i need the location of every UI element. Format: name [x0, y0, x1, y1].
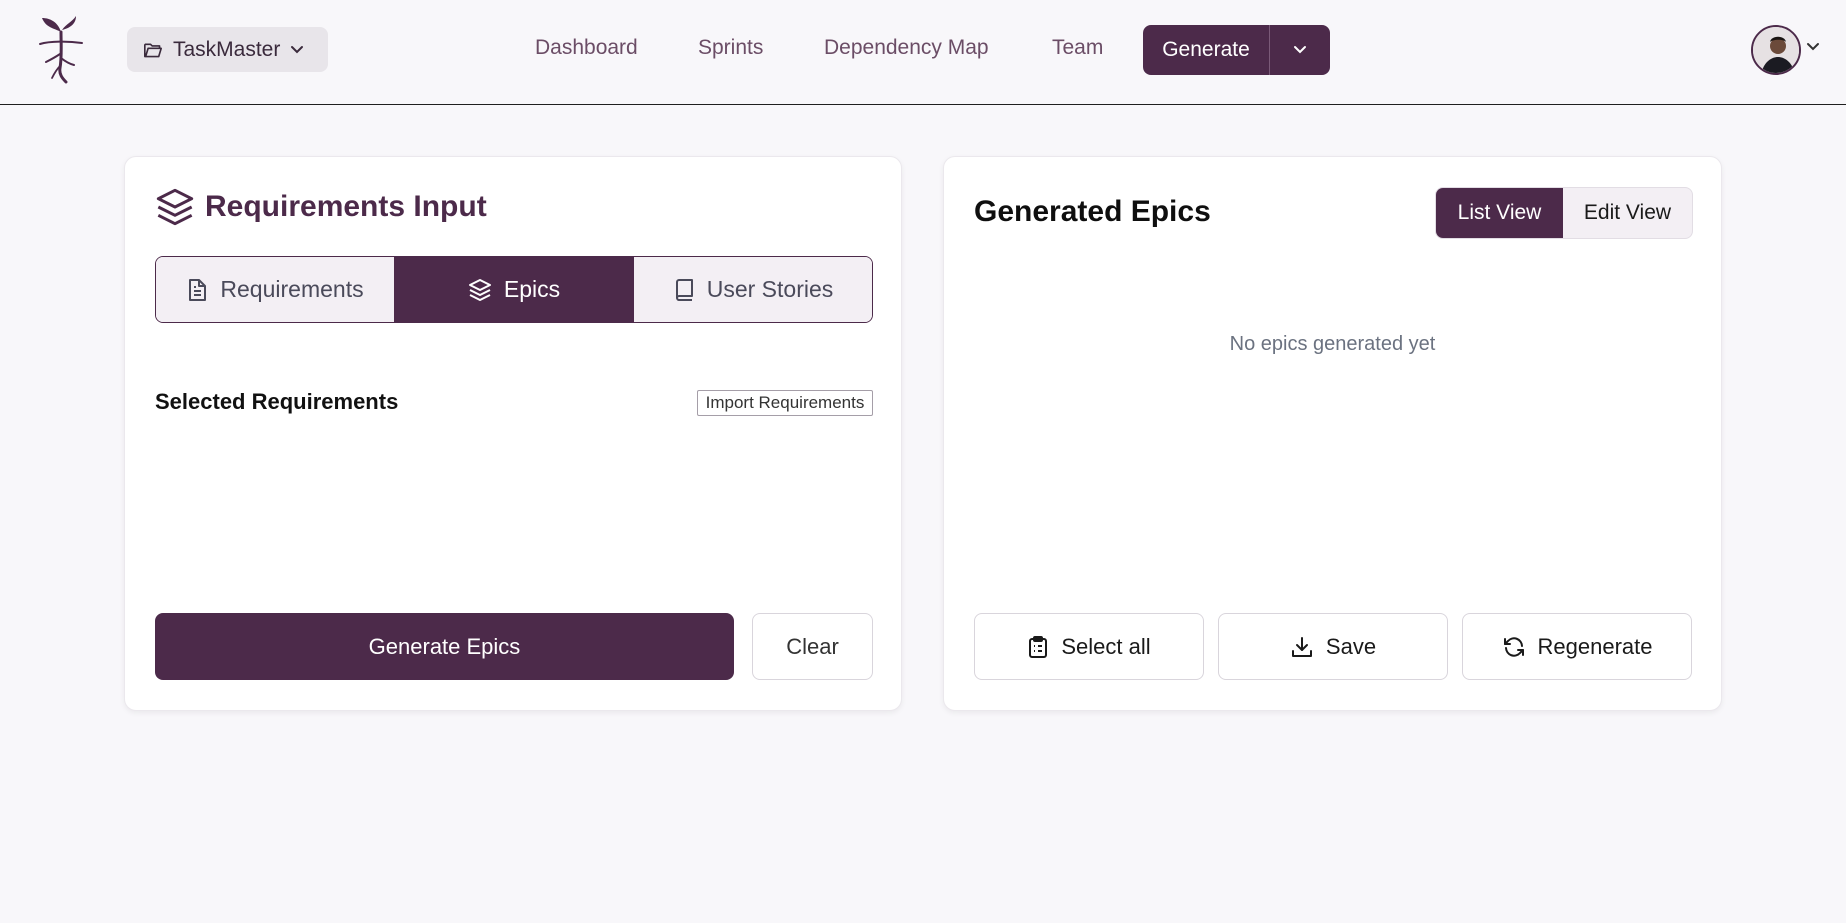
- chevron-down-icon[interactable]: [1806, 42, 1820, 52]
- nav-sprints[interactable]: Sprints: [698, 36, 763, 60]
- generate-dropdown-button[interactable]: [1270, 25, 1330, 75]
- book-icon: [675, 278, 693, 301]
- tab-epics[interactable]: Epics: [394, 257, 633, 322]
- project-selector-button[interactable]: TaskMaster: [127, 27, 328, 72]
- list-view-button[interactable]: List View: [1436, 188, 1563, 238]
- regenerate-button[interactable]: Regenerate: [1462, 613, 1692, 680]
- button-label: Select all: [1061, 633, 1151, 659]
- nav-team[interactable]: Team: [1052, 36, 1103, 60]
- generate-epics-button[interactable]: Generate Epics: [155, 613, 734, 680]
- file-text-icon: [189, 278, 207, 301]
- button-label: Save: [1325, 633, 1377, 659]
- clear-button[interactable]: Clear: [752, 613, 873, 680]
- user-avatar-image: [1753, 27, 1799, 73]
- tab-requirements[interactable]: Requirements: [156, 257, 394, 322]
- tab-label: Requirements: [220, 276, 364, 302]
- project-name: TaskMaster: [173, 37, 281, 61]
- nav-dependency-map[interactable]: Dependency Map: [824, 36, 989, 60]
- page-title: Requirements Input: [205, 190, 487, 223]
- requirements-input-card: Requirements Input Requirements Epics Us…: [124, 156, 902, 711]
- save-button[interactable]: Save: [1218, 613, 1448, 680]
- view-toggle: List View Edit View: [1435, 187, 1693, 239]
- chevron-down-icon: [291, 45, 304, 53]
- tab-label: Epics: [503, 276, 561, 302]
- button-label: Regenerate: [1537, 633, 1653, 659]
- app-logo-icon[interactable]: [34, 14, 88, 84]
- generated-epics-card: Generated Epics List View Edit View No e…: [943, 156, 1722, 711]
- user-avatar[interactable]: [1751, 25, 1801, 75]
- layers-icon: [156, 188, 194, 226]
- refresh-icon: [1503, 636, 1524, 657]
- input-type-tabs: Requirements Epics User Stories: [155, 256, 873, 323]
- generated-epics-heading: Generated Epics: [974, 195, 1211, 228]
- nav-dashboard[interactable]: Dashboard: [535, 36, 638, 60]
- layers-icon: [468, 278, 491, 301]
- download-icon: [1291, 636, 1312, 657]
- select-all-button[interactable]: Select all: [974, 613, 1204, 680]
- tab-user-stories[interactable]: User Stories: [633, 257, 872, 322]
- tab-label: User Stories: [706, 276, 834, 302]
- generate-button-group: Generate: [1143, 25, 1330, 75]
- folder-open-icon: [144, 42, 162, 57]
- edit-view-button[interactable]: Edit View: [1563, 188, 1692, 238]
- top-navigation-bar: TaskMaster Dashboard Sprints Dependency …: [0, 0, 1846, 105]
- requirements-input-heading: Requirements Input: [155, 187, 487, 227]
- empty-state-message: No epics generated yet: [1229, 333, 1436, 355]
- chevron-down-icon: [1294, 46, 1306, 54]
- generate-button[interactable]: Generate: [1143, 25, 1270, 75]
- import-requirements-button[interactable]: Import Requirements: [697, 390, 873, 416]
- selected-requirements-heading: Selected Requirements: [155, 389, 399, 414]
- clipboard-list-icon: [1029, 635, 1048, 658]
